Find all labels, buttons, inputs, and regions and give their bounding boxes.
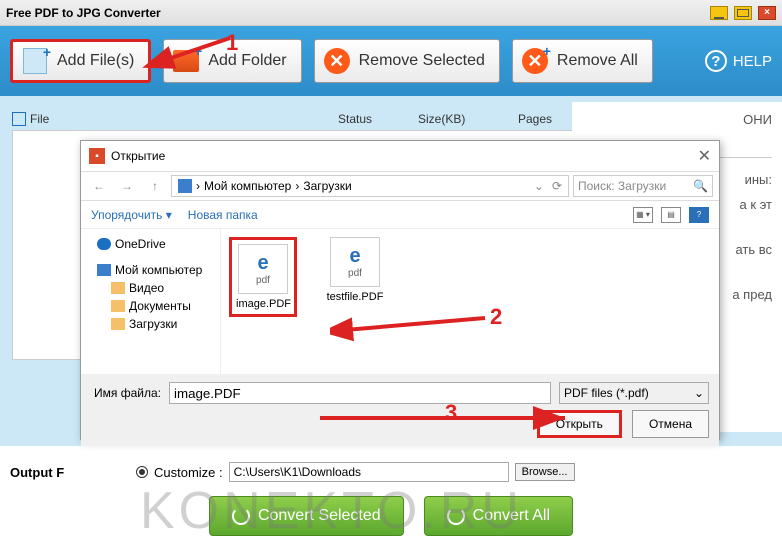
tree-onedrive[interactable]: OneDrive bbox=[87, 235, 214, 253]
view-icons-button[interactable]: ▦ ▾ bbox=[633, 207, 653, 223]
help-label: HELP bbox=[733, 53, 772, 70]
search-placeholder: Поиск: Загрузки bbox=[578, 179, 666, 193]
dialog-icon: ▪ bbox=[89, 148, 105, 164]
dialog-close-button[interactable]: ✕ bbox=[698, 146, 711, 166]
customize-radio[interactable] bbox=[136, 466, 148, 478]
sidebar-text-1: ОНИ bbox=[582, 112, 772, 127]
filetype-select[interactable]: PDF files (*.pdf)⌄ bbox=[559, 382, 709, 404]
select-all-checkbox[interactable] bbox=[12, 112, 26, 126]
chevron-down-icon: ⌄ bbox=[694, 386, 704, 400]
breadcrumb-sep: › bbox=[196, 179, 200, 193]
tree-video[interactable]: Видео bbox=[87, 279, 214, 297]
breadcrumb-folder[interactable]: Загрузки bbox=[303, 179, 351, 193]
watermark: KONEKTO.RU bbox=[140, 481, 523, 541]
remove-all-button[interactable]: ✕ Remove All bbox=[512, 39, 653, 83]
customize-label: Customize : bbox=[154, 465, 223, 480]
pdf-icon: epdf bbox=[330, 237, 380, 287]
maximize-button[interactable] bbox=[734, 6, 752, 20]
browse-button[interactable]: Browse... bbox=[515, 463, 575, 481]
column-size[interactable]: Size(KB) bbox=[418, 112, 518, 126]
remove-selected-button[interactable]: ✕ Remove Selected bbox=[314, 39, 500, 83]
add-files-button[interactable]: Add File(s) bbox=[10, 39, 151, 83]
window-title: Free PDF to JPG Converter bbox=[6, 6, 161, 20]
cancel-button[interactable]: Отмена bbox=[632, 410, 709, 438]
help-link[interactable]: ? HELP bbox=[705, 50, 772, 72]
organize-menu[interactable]: Упорядочить ▾ bbox=[91, 208, 172, 222]
cloud-icon bbox=[97, 238, 111, 250]
help-icon: ? bbox=[705, 50, 727, 72]
titlebar: Free PDF to JPG Converter × bbox=[0, 0, 782, 26]
filename-label: Имя файла: bbox=[91, 386, 161, 400]
column-file[interactable]: File bbox=[30, 112, 338, 126]
remove-selected-label: Remove Selected bbox=[359, 52, 485, 70]
filename-input[interactable] bbox=[169, 382, 551, 404]
breadcrumb-sep: › bbox=[295, 179, 299, 193]
forward-button[interactable]: → bbox=[115, 175, 139, 197]
back-button[interactable]: ← bbox=[87, 175, 111, 197]
help-dialog-icon[interactable]: ? bbox=[689, 207, 709, 223]
folder-icon bbox=[111, 318, 125, 330]
window-controls: × bbox=[710, 6, 776, 20]
pdf-icon: epdf bbox=[238, 244, 288, 294]
main-toolbar: Add File(s) Add Folder ✕ Remove Selected… bbox=[0, 26, 782, 96]
remove-x-icon: ✕ bbox=[323, 47, 351, 75]
minimize-button[interactable] bbox=[710, 6, 728, 20]
open-file-dialog: ▪ Открытие ✕ ← → ↑ › Мой компьютер › Заг… bbox=[80, 140, 720, 440]
column-status[interactable]: Status bbox=[338, 112, 418, 126]
dialog-body: OneDrive Мой компьютер Видео Документы З… bbox=[81, 229, 719, 374]
search-input[interactable]: Поиск: Загрузки 🔍 bbox=[573, 175, 713, 197]
file-name: testfile.PDF bbox=[327, 291, 384, 303]
folder-icon bbox=[111, 300, 125, 312]
doc-plus-icon bbox=[21, 47, 49, 75]
dialog-title: Открытие bbox=[111, 149, 165, 163]
search-icon: 🔍 bbox=[693, 179, 708, 193]
open-button[interactable]: Открыть bbox=[537, 410, 622, 438]
folder-plus-icon bbox=[172, 47, 200, 75]
dialog-nav: ← → ↑ › Мой компьютер › Загрузки ⌄ ⟳ Пои… bbox=[81, 171, 719, 201]
tree-documents[interactable]: Документы bbox=[87, 297, 214, 315]
new-folder-button[interactable]: Новая папка bbox=[188, 208, 258, 222]
computer-icon bbox=[97, 264, 111, 276]
tree-downloads[interactable]: Загрузки bbox=[87, 315, 214, 333]
dialog-toolbar: Упорядочить ▾ Новая папка ▦ ▾ ▤ ? bbox=[81, 201, 719, 229]
breadcrumb-root[interactable]: Мой компьютер bbox=[204, 179, 291, 193]
file-name: image.PDF bbox=[236, 298, 291, 310]
close-button[interactable]: × bbox=[758, 6, 776, 20]
folder-tree: OneDrive Мой компьютер Видео Документы З… bbox=[81, 229, 221, 374]
file-item-selected[interactable]: epdf image.PDF bbox=[229, 237, 297, 317]
dialog-bottom: Имя файла: PDF files (*.pdf)⌄ Открыть От… bbox=[81, 374, 719, 446]
refresh-nav-icon[interactable]: ⟳ bbox=[552, 179, 562, 193]
remove-all-label: Remove All bbox=[557, 52, 638, 70]
add-folder-label: Add Folder bbox=[208, 52, 286, 70]
file-view: epdf image.PDF epdf testfile.PDF bbox=[221, 229, 719, 374]
column-pages[interactable]: Pages bbox=[518, 112, 578, 126]
output-path-input[interactable] bbox=[229, 462, 509, 482]
add-folder-button[interactable]: Add Folder bbox=[163, 39, 301, 83]
computer-icon bbox=[178, 179, 192, 193]
add-files-label: Add File(s) bbox=[57, 52, 134, 70]
view-list-button[interactable]: ▤ bbox=[661, 207, 681, 223]
chevron-down-icon[interactable]: ⌄ bbox=[534, 179, 544, 193]
breadcrumb[interactable]: › Мой компьютер › Загрузки ⌄ ⟳ bbox=[171, 175, 569, 197]
remove-all-icon: ✕ bbox=[521, 47, 549, 75]
output-label: Output F bbox=[10, 465, 70, 480]
dialog-titlebar: ▪ Открытие ✕ bbox=[81, 141, 719, 171]
up-button[interactable]: ↑ bbox=[143, 175, 167, 197]
tree-computer[interactable]: Мой компьютер bbox=[87, 261, 214, 279]
file-item[interactable]: epdf testfile.PDF bbox=[321, 237, 389, 303]
folder-icon bbox=[111, 282, 125, 294]
